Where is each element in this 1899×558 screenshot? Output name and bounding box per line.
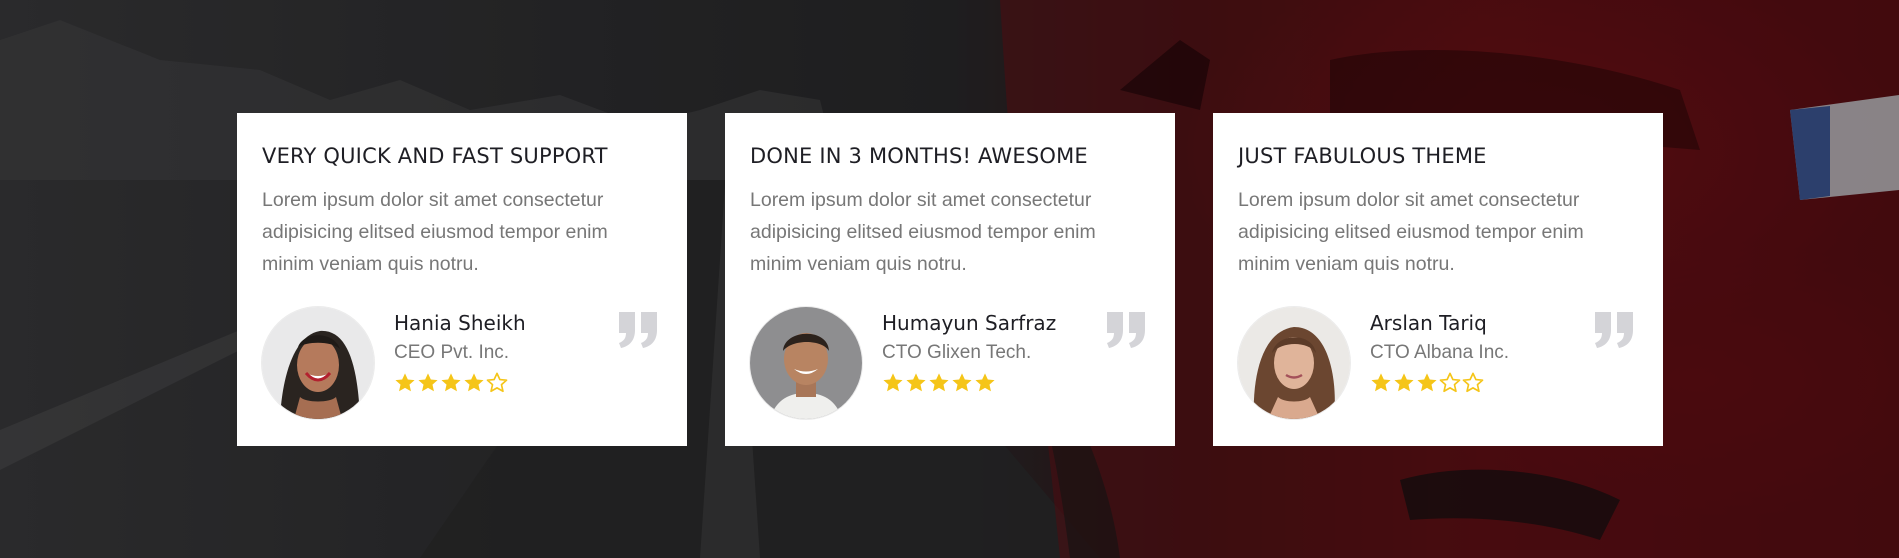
testimonial-title: DONE IN 3 MONTHS! AWESOME — [750, 144, 1088, 168]
testimonials-section: VERY QUICK AND FAST SUPPORT Lorem ipsum … — [0, 0, 1899, 558]
testimonial-text: Lorem ipsum dolor sit amet consectetur a… — [1238, 189, 1584, 276]
star-outline-icon — [486, 372, 508, 393]
star-rating — [882, 372, 1056, 394]
testimonial-card: VERY QUICK AND FAST SUPPORT Lorem ipsum … — [237, 113, 687, 446]
quote-icon — [1107, 312, 1145, 348]
author-name: Arslan Tariq — [1370, 311, 1487, 336]
star-icon — [906, 373, 926, 392]
star-icon — [441, 373, 461, 392]
avatar — [1238, 307, 1350, 420]
star-outline-icon — [1439, 372, 1461, 393]
testimonial-author: Hania Sheikh CEO Pvt. Inc. — [262, 307, 662, 420]
author-role: CTO Albana Inc. — [1370, 342, 1510, 364]
star-icon — [883, 373, 903, 392]
star-icon — [418, 373, 438, 392]
star-rating — [394, 372, 526, 394]
testimonial-card: DONE IN 3 MONTHS! AWESOME Lorem ipsum do… — [725, 113, 1175, 446]
star-outline-icon — [1462, 372, 1484, 393]
star-icon — [975, 373, 995, 392]
testimonial-text: Lorem ipsum dolor sit amet consectetur a… — [750, 189, 1096, 276]
testimonial-card: JUST FABULOUS THEME Lorem ipsum dolor si… — [1213, 113, 1663, 446]
author-info: Humayun Sarfraz CTO Glixen Tech. — [882, 307, 1056, 394]
author-role: CTO Glixen Tech. — [882, 342, 1032, 364]
testimonial-text: Lorem ipsum dolor sit amet consectetur a… — [262, 189, 608, 276]
star-icon — [1394, 373, 1414, 392]
author-role: CEO Pvt. Inc. — [394, 342, 510, 364]
author-info: Hania Sheikh CEO Pvt. Inc. — [394, 307, 526, 394]
star-icon — [395, 373, 415, 392]
testimonial-title: JUST FABULOUS THEME — [1238, 144, 1487, 168]
avatar — [262, 307, 374, 420]
testimonial-title: VERY QUICK AND FAST SUPPORT — [262, 144, 608, 168]
avatar — [750, 307, 862, 420]
testimonial-author: Arslan Tariq CTO Albana Inc. — [1238, 307, 1638, 420]
star-icon — [1417, 373, 1437, 392]
star-icon — [929, 373, 949, 392]
quote-icon — [619, 312, 657, 348]
author-name: Humayun Sarfraz — [882, 311, 1057, 336]
star-icon — [1371, 373, 1391, 392]
star-rating — [1370, 372, 1509, 394]
testimonial-author: Humayun Sarfraz CTO Glixen Tech. — [750, 307, 1150, 420]
author-info: Arslan Tariq CTO Albana Inc. — [1370, 307, 1509, 394]
testimonial-cards: VERY QUICK AND FAST SUPPORT Lorem ipsum … — [237, 113, 1663, 446]
quote-icon — [1595, 312, 1633, 348]
author-name: Hania Sheikh — [394, 311, 526, 336]
star-icon — [464, 373, 484, 392]
star-icon — [952, 373, 972, 392]
